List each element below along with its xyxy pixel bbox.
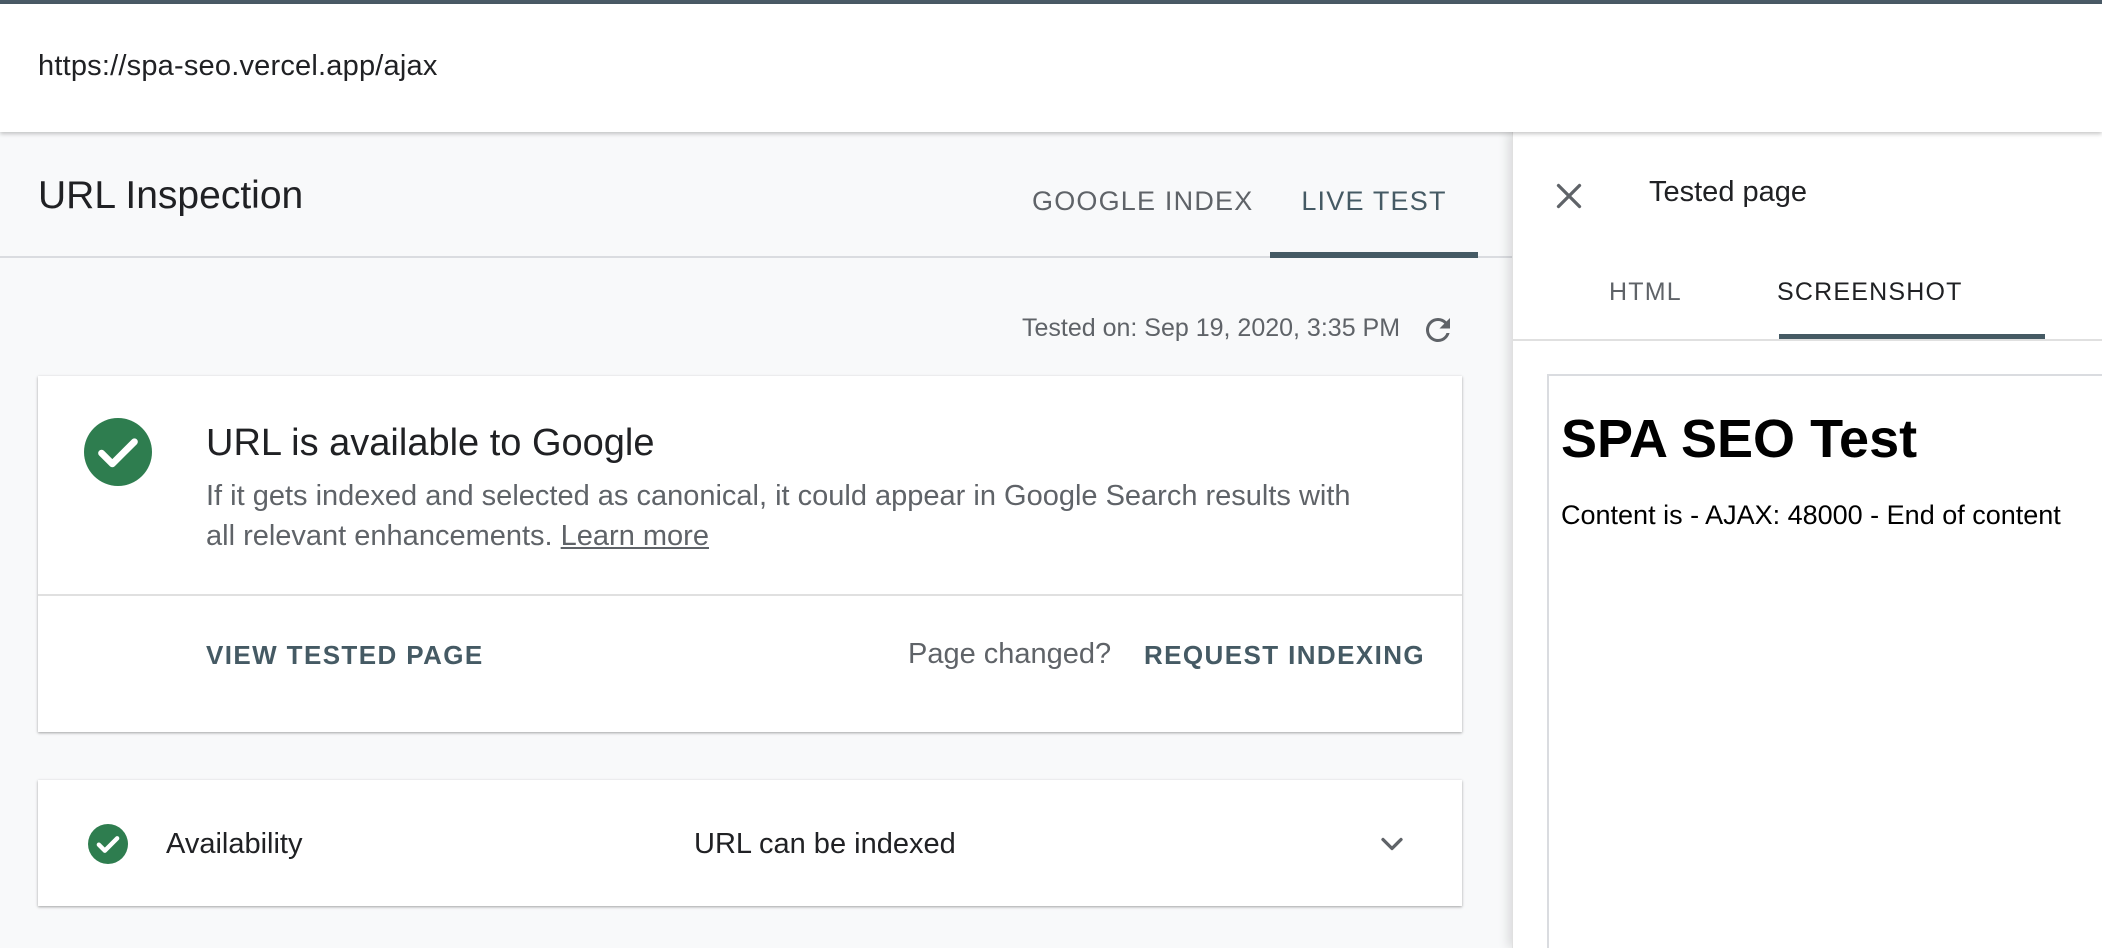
screenshot-content: Content is - AJAX: 48000 - End of conten… xyxy=(1561,500,2061,530)
status-title: URL is available to Google xyxy=(206,422,655,464)
page-title: URL Inspection xyxy=(38,174,304,217)
panel-title: Tested page xyxy=(1649,176,1808,208)
close-icon[interactable] xyxy=(1551,178,1587,214)
learn-more-link[interactable]: Learn more xyxy=(561,520,709,552)
view-tested-page-button[interactable]: VIEW TESTED PAGE xyxy=(206,640,484,671)
chevron-down-icon[interactable] xyxy=(1374,826,1410,862)
availability-row[interactable]: Availability URL can be indexed xyxy=(38,780,1462,906)
tab-html[interactable]: HTML xyxy=(1609,278,1682,307)
tested-page-panel: Tested page HTML SCREENSHOT SPA SEO Test… xyxy=(1512,132,2102,948)
active-tab-indicator xyxy=(1270,252,1478,258)
tab-google-index[interactable]: GOOGLE INDEX xyxy=(1032,186,1253,258)
screenshot-preview: SPA SEO Test Content is - AJAX: 48000 - … xyxy=(1547,374,2102,948)
status-description: If it gets indexed and selected as canon… xyxy=(206,476,1356,556)
refresh-icon[interactable] xyxy=(1420,312,1456,348)
request-indexing-button[interactable]: REQUEST INDEXING xyxy=(1144,640,1425,671)
check-circle-icon xyxy=(88,824,128,864)
inspection-header: URL Inspection GOOGLE INDEX LIVE TEST xyxy=(0,132,1512,258)
status-card: URL is available to Google If it gets in… xyxy=(38,376,1462,732)
panel-divider xyxy=(1513,339,2102,341)
card-divider xyxy=(38,594,1462,596)
availability-value: URL can be indexed xyxy=(694,828,956,860)
check-circle-icon xyxy=(84,418,152,486)
screenshot-heading: SPA SEO Test xyxy=(1561,409,1918,469)
tab-live-test[interactable]: LIVE TEST xyxy=(1270,186,1478,258)
tested-on-timestamp: Tested on: Sep 19, 2020, 3:35 PM xyxy=(1022,314,1401,342)
inspected-url[interactable]: https://spa-seo.vercel.app/ajax xyxy=(38,50,438,83)
address-bar: https://spa-seo.vercel.app/ajax xyxy=(0,4,2102,132)
main-pane: URL Inspection GOOGLE INDEX LIVE TEST Te… xyxy=(0,132,1512,948)
status-description-text: If it gets indexed and selected as canon… xyxy=(206,480,1351,552)
availability-label: Availability xyxy=(166,828,303,860)
tab-screenshot[interactable]: SCREENSHOT xyxy=(1777,278,1963,307)
page-changed-label: Page changed? xyxy=(908,638,1112,670)
